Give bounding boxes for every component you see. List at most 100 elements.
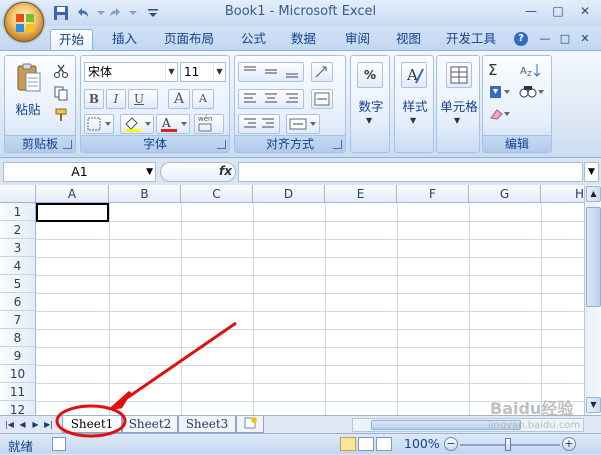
row-header[interactable]: 7	[0, 311, 36, 329]
sheet-tab-sheet1[interactable]: Sheet1	[62, 416, 122, 433]
cells-icon[interactable]	[446, 62, 472, 88]
row-header[interactable]: 10	[0, 365, 36, 383]
maximize-button[interactable]: □	[545, 2, 571, 20]
column-header[interactable]: F	[397, 185, 469, 203]
number-format-button[interactable]: 数字	[351, 96, 391, 115]
phonetic-guide-button[interactable]: wén	[194, 114, 224, 134]
copy-icon[interactable]	[52, 84, 70, 102]
tab-view[interactable]: 视图	[388, 29, 429, 50]
sheet-tab-sheet2[interactable]: Sheet2	[122, 416, 178, 433]
page-layout-view-icon[interactable]	[358, 437, 374, 451]
alignment-launcher-icon[interactable]	[333, 140, 342, 149]
ribbon-restore-button[interactable]: □	[558, 32, 572, 46]
font-size-select[interactable]: 11 ▼	[180, 62, 226, 82]
grow-font-button[interactable]: A	[168, 89, 190, 109]
vertical-align-buttons[interactable]	[238, 62, 304, 82]
zoom-slider-thumb[interactable]	[505, 438, 511, 451]
tab-home[interactable]: 开始	[50, 29, 94, 50]
office-button[interactable]	[4, 2, 44, 42]
tab-developer[interactable]: 开发工具	[438, 29, 504, 50]
sort-filter-icon[interactable]: AZ	[517, 60, 547, 80]
help-icon[interactable]: ?	[514, 32, 528, 46]
font-launcher-icon[interactable]	[217, 140, 226, 149]
underline-button[interactable]: U	[128, 89, 158, 109]
row-header[interactable]: 4	[0, 257, 36, 275]
italic-button[interactable]: I	[106, 89, 126, 109]
tab-page-layout[interactable]: 页面布局	[156, 29, 222, 50]
close-button[interactable]: ✕	[572, 2, 598, 20]
row-header[interactable]: 8	[0, 329, 36, 347]
select-all-corner[interactable]	[0, 185, 36, 203]
fill-icon[interactable]	[487, 82, 513, 102]
format-painter-icon[interactable]	[52, 106, 70, 124]
worksheet-grid[interactable]: A B C D E F G H 1 2 3 4 5 6 7 8 9 10 11 …	[0, 185, 584, 415]
scroll-up-icon[interactable]: ▲	[586, 186, 601, 202]
zoom-out-button[interactable]: −	[444, 437, 458, 451]
percent-button[interactable]: %	[357, 62, 383, 88]
vertical-scrollbar[interactable]: ▲ ▼	[584, 185, 601, 415]
row-header[interactable]: 1	[0, 203, 36, 221]
indent-icon	[244, 118, 274, 128]
row-header[interactable]: 5	[0, 275, 36, 293]
next-sheet-icon[interactable]: ▶	[30, 418, 41, 431]
font-name-select[interactable]: 宋体 ▼	[84, 62, 178, 82]
name-box[interactable]: A1 ▼	[3, 162, 156, 182]
fill-color-button[interactable]	[120, 114, 154, 134]
expand-formula-bar-icon[interactable]: ▼	[584, 162, 599, 182]
find-select-icon[interactable]	[517, 82, 547, 102]
prev-sheet-icon[interactable]: ◀	[17, 418, 28, 431]
row-header[interactable]: 11	[0, 383, 36, 401]
formula-input[interactable]	[238, 162, 583, 182]
row-header[interactable]: 6	[0, 293, 36, 311]
vertical-scroll-thumb[interactable]	[586, 207, 601, 307]
clipboard-launcher-icon[interactable]	[63, 140, 72, 149]
macro-record-icon[interactable]	[52, 437, 66, 451]
tab-data[interactable]: 数据	[283, 29, 324, 50]
page-break-view-icon[interactable]	[376, 437, 392, 451]
cells-button[interactable]: 单元格	[437, 96, 481, 115]
tab-formulas[interactable]: 公式	[233, 29, 274, 50]
column-header[interactable]: H	[541, 185, 584, 203]
merge-center-button[interactable]	[286, 114, 320, 134]
font-color-button[interactable]: A	[156, 114, 190, 134]
scroll-down-icon[interactable]: ▼	[586, 397, 601, 413]
shrink-font-button[interactable]: A	[192, 89, 214, 109]
column-header[interactable]: C	[181, 185, 253, 203]
row-header[interactable]: 2	[0, 221, 36, 239]
normal-view-icon[interactable]	[340, 437, 356, 451]
styles-icon[interactable]: A	[401, 62, 427, 88]
selected-cell[interactable]	[36, 203, 109, 222]
clear-icon[interactable]	[487, 104, 513, 124]
wrap-text-button[interactable]	[311, 89, 333, 109]
tab-review[interactable]: 审阅	[337, 29, 378, 50]
horizontal-align-buttons[interactable]	[238, 89, 304, 109]
row-header[interactable]: 9	[0, 347, 36, 365]
autosum-button[interactable]: Σ	[487, 60, 513, 80]
insert-function-button[interactable]: fx	[219, 164, 232, 178]
row-header[interactable]: 3	[0, 239, 36, 257]
column-header[interactable]: A	[36, 185, 109, 203]
indent-buttons[interactable]	[238, 114, 280, 134]
cut-icon[interactable]	[52, 62, 70, 80]
column-header[interactable]: E	[325, 185, 397, 203]
bold-button[interactable]: B	[84, 89, 104, 109]
insert-sheet-icon[interactable]	[236, 416, 264, 433]
grid-line	[36, 311, 584, 312]
orientation-button[interactable]	[311, 62, 333, 82]
ribbon-minimize-button[interactable]: —	[538, 32, 552, 46]
tab-insert[interactable]: 插入	[104, 29, 145, 50]
zoom-in-button[interactable]: +	[562, 437, 576, 451]
ribbon-close-button[interactable]: ✕	[578, 32, 592, 46]
sheet-tab-sheet3[interactable]: Sheet3	[178, 416, 236, 433]
zoom-level[interactable]: 100%	[404, 436, 440, 451]
styles-button[interactable]: 样式	[395, 96, 435, 115]
borders-button[interactable]	[84, 114, 114, 134]
paste-button[interactable]: 粘贴	[9, 60, 45, 117]
column-header[interactable]: D	[253, 185, 325, 203]
minimize-button[interactable]: —	[518, 2, 544, 20]
first-sheet-icon[interactable]: |◀	[4, 418, 15, 431]
column-header[interactable]: G	[469, 185, 541, 203]
column-header[interactable]: B	[109, 185, 181, 203]
last-sheet-icon[interactable]: ▶|	[43, 418, 54, 431]
row-header[interactable]: 12	[0, 401, 36, 415]
